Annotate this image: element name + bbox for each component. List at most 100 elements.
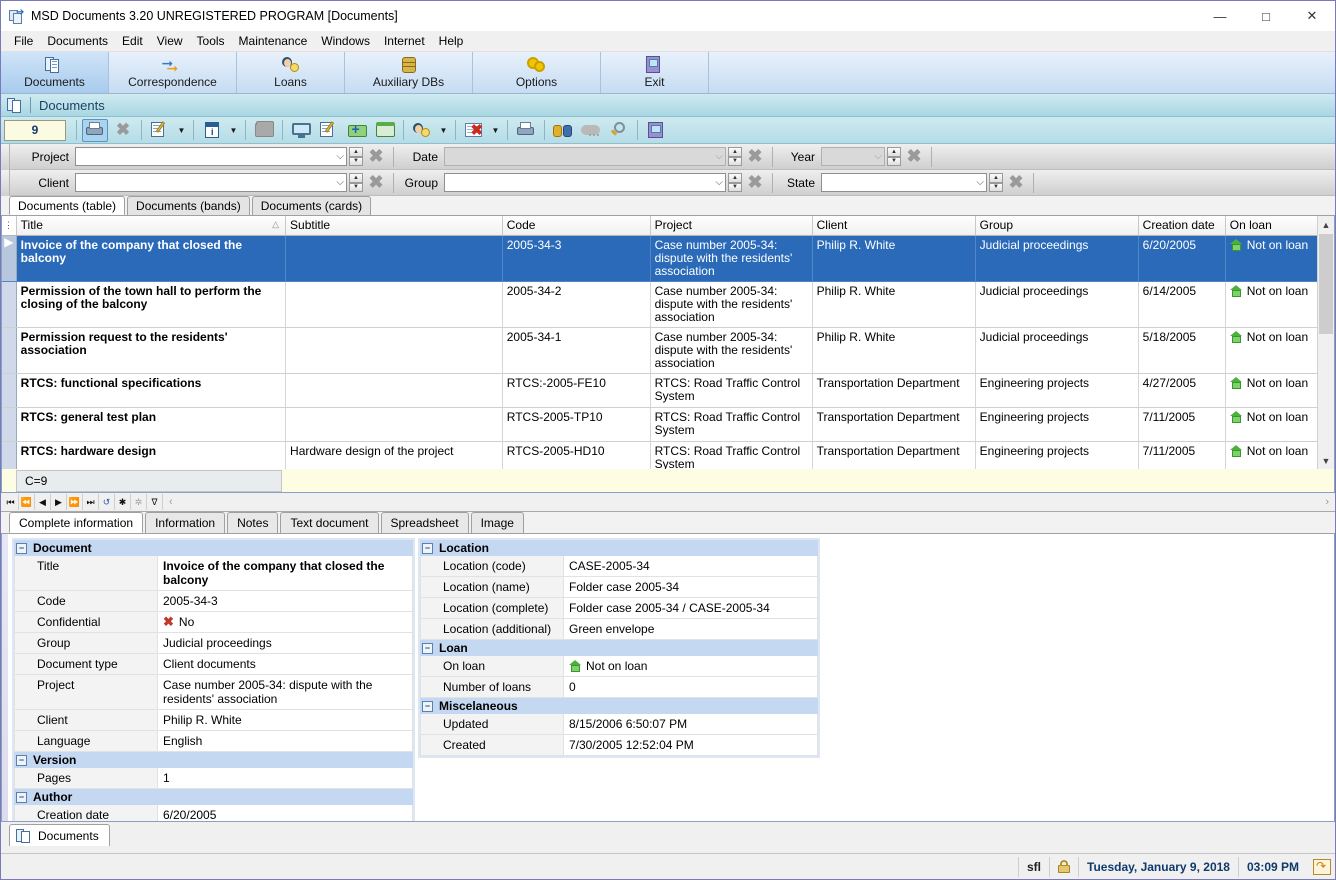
filter-combo-client[interactable]: ⌵ (75, 173, 347, 192)
menu-item-tools[interactable]: Tools (190, 32, 232, 50)
column-header-project[interactable]: Project (650, 216, 813, 236)
table-row[interactable]: ▶ Invoice of the company that closed the… (2, 235, 1320, 282)
table-row[interactable]: RTCS: general test plan RTCS-2005-TP10 R… (2, 407, 1320, 442)
nav-first-record-button[interactable]: ⏮ (3, 494, 19, 510)
menu-item-documents[interactable]: Documents (40, 32, 115, 50)
detail-group-loan[interactable]: − Loan (420, 640, 818, 656)
tab-documents-table[interactable]: Documents (table) (9, 196, 126, 215)
edit-document-button[interactable] (316, 119, 342, 142)
delete-button[interactable]: ✖ (110, 119, 136, 142)
minimize-button[interactable]: — (1197, 1, 1243, 31)
collapse-icon[interactable]: − (16, 754, 27, 766)
filter-spinner-date[interactable]: ▲ ▼ (728, 147, 742, 166)
filter-spinner-year[interactable]: ▲ ▼ (887, 147, 901, 166)
filter-combo-project[interactable]: ⌵ (75, 147, 347, 166)
column-header-group[interactable]: Group (975, 216, 1139, 236)
info-dropdown[interactable]: ▼ (227, 119, 240, 142)
column-header-on-loan[interactable]: On loan (1225, 216, 1320, 236)
filter-clear-group[interactable]: ✖ (742, 172, 768, 193)
filter-clear-client[interactable]: ✖ (363, 172, 389, 193)
collapse-icon[interactable]: − (16, 791, 27, 803)
nav-delete-record-button[interactable]: ✲ (131, 494, 147, 510)
scroll-down-arrow-icon[interactable]: ▼ (1318, 452, 1334, 469)
filter-clear-date[interactable]: ✖ (742, 146, 768, 167)
menu-item-maintenance[interactable]: Maintenance (232, 32, 315, 50)
filter-combo-date[interactable]: ⌵ (444, 147, 726, 166)
maximize-button[interactable]: □ (1243, 1, 1289, 31)
loan-dropdown[interactable]: ▼ (437, 119, 450, 142)
tab-documents-cards[interactable]: Documents (cards) (251, 196, 372, 215)
detail-group-document[interactable]: − Document (14, 540, 413, 556)
tab-notes[interactable]: Notes (227, 512, 279, 533)
open-folder-button[interactable] (372, 119, 398, 142)
scrollbar-thumb[interactable] (1319, 234, 1333, 334)
scroll-up-arrow-icon[interactable]: ▲ (1318, 216, 1334, 233)
tab-image[interactable]: Image (470, 512, 524, 533)
detail-group-author[interactable]: − Author (14, 789, 413, 805)
collapse-icon[interactable]: − (422, 642, 433, 654)
toolbar-button-auxiliary-dbs[interactable]: Auxiliary DBs (345, 52, 473, 93)
filter-clear-state[interactable]: ✖ (1003, 172, 1029, 193)
table-row[interactable]: Permission of the town hall to perform t… (2, 281, 1320, 328)
edit-record-dropdown[interactable]: ▼ (175, 119, 188, 142)
menu-item-windows[interactable]: Windows (314, 32, 377, 50)
column-header-code[interactable]: Code (502, 216, 651, 236)
tab-spreadsheet[interactable]: Spreadsheet (380, 512, 469, 533)
filter-spinner-client[interactable]: ▲ ▼ (349, 173, 363, 192)
close-button[interactable]: ✕ (1289, 1, 1335, 31)
printer-preview-button[interactable] (82, 118, 108, 142)
print-button[interactable] (513, 119, 539, 142)
column-header-subtitle[interactable]: Subtitle (285, 216, 503, 236)
tab-documents-bands[interactable]: Documents (bands) (127, 196, 250, 215)
nav-next-page-button[interactable]: ⏩ (67, 494, 83, 510)
delete-mail-button[interactable]: ✖ (461, 119, 487, 142)
nav-next-record-button[interactable]: ▶ (51, 494, 67, 510)
menu-item-view[interactable]: View (150, 32, 190, 50)
filter-spinner-state[interactable]: ▲ ▼ (989, 173, 1003, 192)
collapse-icon[interactable]: − (16, 542, 27, 554)
toolbar-button-options[interactable]: Options (473, 52, 601, 93)
window-tab-documents[interactable]: Documents (9, 824, 110, 846)
filter-combo-group[interactable]: ⌵ (444, 173, 726, 192)
column-header-client[interactable]: Client (812, 216, 976, 236)
folder-button[interactable] (251, 119, 277, 142)
tab-text-document[interactable]: Text document (280, 512, 379, 533)
loan-button[interactable] (409, 119, 435, 142)
toolbar-button-correspondence[interactable]: ➞ ➞ Correspondence (109, 52, 237, 93)
exit-button[interactable] (643, 119, 669, 142)
search-button[interactable] (550, 119, 576, 142)
info-button[interactable]: i (199, 119, 225, 142)
tab-information[interactable]: Information (145, 512, 226, 533)
filter-clear-year[interactable]: ✖ (901, 146, 927, 167)
tab-complete-information[interactable]: Complete information (9, 512, 144, 533)
filter-clear-project[interactable]: ✖ (363, 146, 389, 167)
column-header-creation-date[interactable]: Creation date (1138, 216, 1226, 236)
filter-combo-state[interactable]: ⌵ (821, 173, 987, 192)
filter-spinner-project[interactable]: ▲ ▼ (349, 147, 363, 166)
nav-prior-page-button[interactable]: ⏪ (19, 494, 35, 510)
nav-new-record-button[interactable]: ✱ (115, 494, 131, 510)
toolbar-button-loans[interactable]: Loans (237, 52, 345, 93)
menu-item-file[interactable]: File (7, 32, 40, 50)
nav-filter-button[interactable]: ∇ (147, 494, 163, 510)
table-row[interactable]: Permission request to the residents' ass… (2, 327, 1320, 374)
nav-last-record-button[interactable]: ⏭ (83, 494, 99, 510)
view-on-screen-button[interactable] (288, 119, 314, 142)
detail-group-miscelaneous[interactable]: − Miscelaneous (420, 698, 818, 714)
filter-spinner-group[interactable]: ▲ ▼ (728, 173, 742, 192)
status-lock[interactable] (1049, 856, 1078, 877)
filter-combo-year[interactable]: ⌵ (821, 147, 885, 166)
edit-record-button[interactable] (147, 119, 173, 142)
restore-icon[interactable]: ↷ (1313, 858, 1331, 875)
nav-refresh-button[interactable]: ↺ (99, 494, 115, 510)
menu-item-internet[interactable]: Internet (377, 32, 432, 50)
magnifier-button[interactable] (606, 119, 632, 142)
detail-group-location[interactable]: − Location (420, 540, 818, 556)
menu-item-edit[interactable]: Edit (115, 32, 150, 50)
grid-vertical-scrollbar[interactable]: ▲ ▼ (1317, 216, 1334, 469)
collapse-icon[interactable]: − (422, 542, 433, 554)
nav-scroll-left-icon[interactable]: ‹ (163, 496, 179, 508)
menu-item-help[interactable]: Help (432, 32, 471, 50)
documents-grid[interactable]: ⋮⋮ Title △ Subtitle Code Project Client … (1, 216, 1335, 469)
column-header-title[interactable]: Title △ (16, 216, 287, 236)
